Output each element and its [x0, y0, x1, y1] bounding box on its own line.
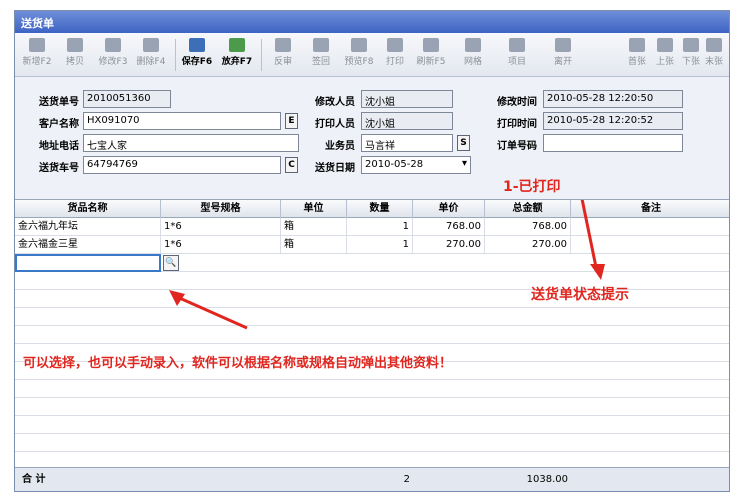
refresh-button[interactable]: 刷新F5: [413, 36, 449, 74]
grid-button[interactable]: 网格: [455, 36, 491, 74]
modifier-field: 沈小姐: [361, 90, 453, 108]
refresh-icon: [423, 38, 439, 52]
salesman-picker-button[interactable]: S: [457, 135, 470, 151]
toolbar-separator: [175, 39, 176, 71]
total-label: 合 计: [22, 474, 46, 485]
annotation-arrows: [169, 200, 605, 330]
order-ref-field[interactable]: [543, 134, 683, 152]
next-icon: [683, 38, 699, 52]
unapprove-button[interactable]: 反审: [265, 36, 301, 74]
order-ref-label: 订单号码: [497, 141, 537, 152]
exit-icon: [555, 38, 571, 52]
signback-button[interactable]: 签回: [303, 36, 339, 74]
undo-icon: [229, 38, 245, 52]
window-title: 送货单: [15, 11, 729, 33]
total-qty: 2: [403, 474, 410, 485]
address-field[interactable]: 七宝人家: [83, 134, 299, 152]
chevron-down-icon[interactable]: ▾: [462, 158, 467, 169]
save-icon: [189, 38, 205, 52]
customer-label: 客户名称: [39, 119, 79, 130]
print-icon: [387, 38, 403, 52]
mod-time-label: 修改时间: [497, 97, 537, 108]
first-icon: [629, 38, 645, 52]
new-button[interactable]: 新增F2: [19, 36, 55, 74]
prev-icon: [657, 38, 673, 52]
order-no-label: 送货单号: [39, 97, 79, 108]
edit-button[interactable]: 修改F3: [95, 36, 131, 74]
date-field[interactable]: 2010-05-28 ▾: [361, 156, 471, 174]
print-time-field: 2010-05-28 12:20:52: [543, 112, 683, 130]
order-no-field[interactable]: 2010051360: [83, 90, 171, 108]
totals-bar: 合 计 2 1038.00: [15, 467, 729, 491]
print-time-label: 打印时间: [497, 119, 537, 130]
item-icon: [509, 38, 525, 52]
printer-field: 沈小姐: [361, 112, 453, 130]
copy-button[interactable]: 拷贝: [57, 36, 93, 74]
last-button[interactable]: 末张: [699, 36, 729, 74]
print-button[interactable]: 打印: [377, 36, 413, 74]
arrow-icon: [169, 290, 248, 330]
delete-icon: [143, 38, 159, 52]
customer-field[interactable]: HX091070: [83, 112, 281, 130]
unapprove-icon: [275, 38, 291, 52]
new-icon: [29, 38, 45, 52]
vehicle-label: 送货车号: [39, 163, 79, 174]
grid-icon: [465, 38, 481, 52]
discard-button[interactable]: 放弃F7: [219, 36, 255, 74]
item-button[interactable]: 项目: [499, 36, 535, 74]
copy-icon: [67, 38, 83, 52]
salesman-field[interactable]: 马言祥: [361, 134, 453, 152]
toolbar-separator: [261, 39, 262, 71]
mod-time-field: 2010-05-28 12:20:50: [543, 90, 683, 108]
printer-label: 打印人员: [315, 119, 355, 130]
printed-status-note: 1-已打印: [503, 179, 561, 195]
delivery-note-window: 送货单 新增F2 拷贝 修改F3 删除F4 保存F6 放弃F7 反审 签回 预览…: [14, 10, 730, 492]
signback-icon: [313, 38, 329, 52]
last-icon: [706, 38, 722, 52]
toolbar: 新增F2 拷贝 修改F3 删除F4 保存F6 放弃F7 反审 签回 预览F8 打…: [15, 33, 729, 77]
arrow-icon: [580, 200, 605, 280]
address-label: 地址电话: [39, 141, 79, 152]
item-grid: 货品名称 型号规格 单位 数量 单价 总金额 备注 金六福九年坛 1*6 箱 1…: [15, 179, 729, 470]
edit-icon: [105, 38, 121, 52]
total-amount: 1038.00: [526, 474, 568, 485]
save-button[interactable]: 保存F6: [179, 36, 215, 74]
vehicle-field[interactable]: 64794769: [83, 156, 281, 174]
preview-button[interactable]: 预览F8: [341, 36, 377, 74]
modifier-label: 修改人员: [315, 97, 355, 108]
header-form: 送货单号 2010051360 客户名称 HX091070 E 地址电话 七宝人…: [15, 77, 729, 199]
date-label: 送货日期: [315, 163, 355, 174]
preview-icon: [351, 38, 367, 52]
salesman-label: 业务员: [325, 141, 355, 152]
delete-button[interactable]: 删除F4: [133, 36, 169, 74]
exit-button[interactable]: 离开: [545, 36, 581, 74]
